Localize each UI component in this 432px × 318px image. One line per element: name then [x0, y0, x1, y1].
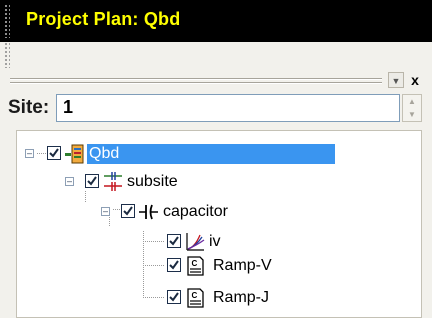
tree-node-label[interactable]: Ramp-V — [213, 256, 272, 276]
subsite-icon — [103, 172, 123, 192]
tree-node-qbd[interactable]: – Qbd — [17, 143, 421, 165]
test-script-icon: C — [185, 256, 205, 276]
site-label: Site: — [8, 97, 50, 118]
spin-up-icon[interactable]: ▲ — [403, 95, 421, 108]
tree-node-ramp-j[interactable]: C Ramp-J — [17, 287, 421, 309]
spin-down-icon[interactable]: ▼ — [403, 108, 421, 121]
node-checkbox[interactable] — [167, 258, 181, 272]
tree-node-label[interactable]: Ramp-J — [213, 288, 269, 308]
tree-node-label[interactable]: capacitor — [163, 202, 228, 222]
grip-handle[interactable] — [4, 4, 10, 38]
tree-node-ramp-v[interactable]: C Ramp-V — [17, 255, 421, 277]
dock-line — [10, 79, 382, 80]
tree-node-subsite[interactable]: – subsite — [17, 171, 421, 193]
project-tree[interactable]: – Qbd – subsite – capacitor iv C Ramp-V … — [16, 130, 422, 318]
tree-node-capacitor[interactable]: – capacitor — [17, 201, 421, 223]
title-bar: Project Plan: Qbd — [0, 0, 432, 42]
collapse-icon[interactable]: – — [101, 207, 110, 216]
window-title: Project Plan: Qbd — [26, 9, 181, 29]
iv-plot-icon — [185, 232, 205, 252]
toolbar-grip[interactable] — [4, 42, 10, 68]
node-checkbox[interactable] — [47, 146, 61, 160]
tree-node-label[interactable]: subsite — [127, 172, 178, 192]
collapse-icon[interactable]: – — [65, 177, 74, 186]
close-button[interactable]: x — [407, 72, 423, 88]
site-input[interactable]: 1 — [56, 94, 400, 122]
node-checkbox[interactable] — [167, 234, 181, 248]
collapse-icon[interactable]: – — [25, 149, 34, 158]
capacitor-icon — [139, 202, 159, 222]
node-checkbox[interactable] — [85, 174, 99, 188]
tree-node-iv[interactable]: iv — [17, 231, 421, 253]
toolbar-strip — [0, 42, 432, 70]
tree-node-label[interactable]: iv — [209, 232, 221, 252]
project-icon — [65, 144, 85, 164]
svg-text:C: C — [192, 259, 198, 268]
tree-node-label[interactable]: Qbd — [87, 144, 335, 164]
test-script-icon: C — [185, 288, 205, 308]
dock-line — [10, 83, 382, 84]
dock-dropdown-button[interactable]: ▼ — [388, 72, 404, 88]
dock-bar[interactable]: ▼ x — [6, 72, 422, 90]
svg-text:C: C — [192, 291, 198, 300]
site-spinner[interactable]: ▲ ▼ — [402, 94, 422, 122]
node-checkbox[interactable] — [121, 204, 135, 218]
node-checkbox[interactable] — [167, 290, 181, 304]
